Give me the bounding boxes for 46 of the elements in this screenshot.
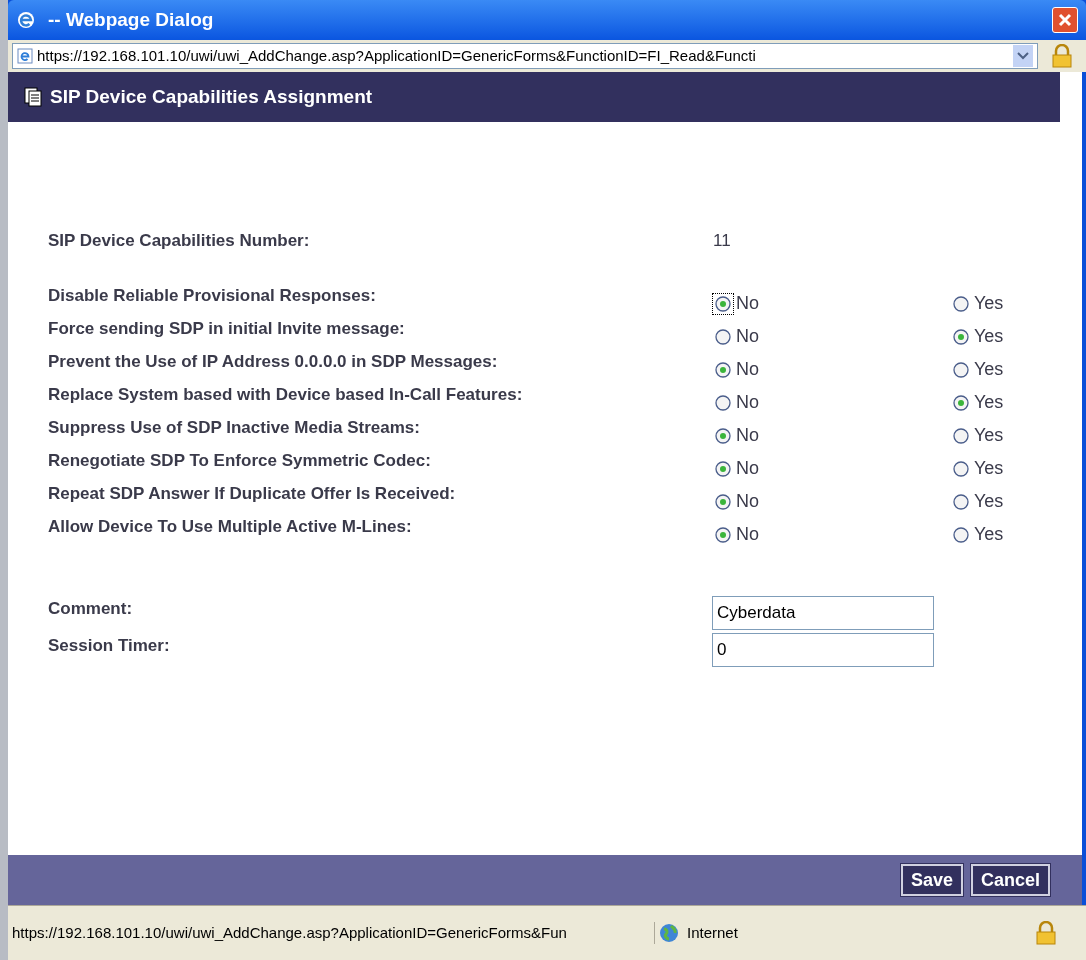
- window-title: -- Webpage Dialog: [48, 7, 215, 32]
- setting-label: Prevent the Use of IP Address 0.0.0.0 in SDP Messages:: [48, 352, 499, 372]
- globe-icon: [659, 923, 679, 943]
- radio-button[interactable]: [712, 292, 734, 315]
- option-label[interactable]: Yes: [974, 422, 1004, 449]
- input-field[interactable]: Cyberdata: [712, 596, 934, 630]
- option-label[interactable]: Yes: [974, 389, 1004, 416]
- setting-label: Force sending SDP in initial Invite message:: [48, 319, 406, 339]
- dialog-button[interactable]: Save: [900, 864, 963, 896]
- option-label[interactable]: No: [736, 290, 759, 317]
- field-value: 11: [713, 230, 731, 252]
- browser-icon: [16, 10, 36, 30]
- field-label: SIP Device Capabilities Number:: [48, 230, 311, 252]
- option-label[interactable]: No: [736, 455, 759, 482]
- dialog-button[interactable]: Cancel: [970, 864, 1050, 896]
- form-title: SIP Device Capabilities Assignment: [50, 84, 373, 109]
- close-button[interactable]: [1052, 7, 1078, 33]
- zone-text: Internet: [687, 922, 738, 943]
- page-icon: [17, 48, 33, 64]
- input-field[interactable]: 0: [712, 633, 934, 667]
- document-icon: [24, 87, 42, 107]
- setting-label: Repeat SDP Answer If Duplicate Offer Is Received:: [48, 484, 457, 504]
- option-label[interactable]: No: [736, 422, 759, 449]
- field-label: Session Timer:: [48, 635, 171, 657]
- option-label[interactable]: Yes: [974, 323, 1004, 350]
- field-label: Comment:: [48, 598, 134, 620]
- dropdown-icon[interactable]: [1013, 45, 1033, 67]
- close-icon: [1058, 13, 1072, 27]
- setting-label: Replace System based with Device based In-Call Features:: [48, 385, 524, 405]
- option-label[interactable]: No: [736, 323, 759, 350]
- setting-label: Allow Device To Use Multiple Active M-Lines:: [48, 517, 413, 537]
- option-label[interactable]: Yes: [974, 356, 1004, 383]
- option-label[interactable]: No: [736, 389, 759, 416]
- setting-label: Suppress Use of SDP Inactive Media Streams:: [48, 418, 421, 438]
- setting-label: Disable Reliable Provisional Responses:: [48, 286, 377, 306]
- address-text: https://192.168.101.10/uwi/uwi_AddChange.asp?ApplicationID=GenericForms&FunctionID=FI_Read&Functi: [37, 45, 757, 66]
- option-label[interactable]: Yes: [974, 521, 1004, 548]
- setting-label: Renegotiate SDP To Enforce Symmetric Codec:: [48, 451, 432, 471]
- option-label[interactable]: Yes: [974, 488, 1004, 515]
- option-label[interactable]: No: [736, 488, 759, 515]
- option-label[interactable]: No: [736, 356, 759, 383]
- status-text: https://192.168.101.10/uwi/uwi_AddChange.asp?ApplicationID=GenericForms&Fun: [11, 922, 568, 943]
- address-field[interactable]: https://192.168.101.10/uwi/uwi_AddChange.asp?ApplicationID=GenericForms&FunctionID=FI_Read&Functi: [12, 43, 1038, 69]
- option-label[interactable]: Yes: [974, 455, 1004, 482]
- option-label[interactable]: No: [736, 521, 759, 548]
- option-label[interactable]: Yes: [974, 290, 1004, 317]
